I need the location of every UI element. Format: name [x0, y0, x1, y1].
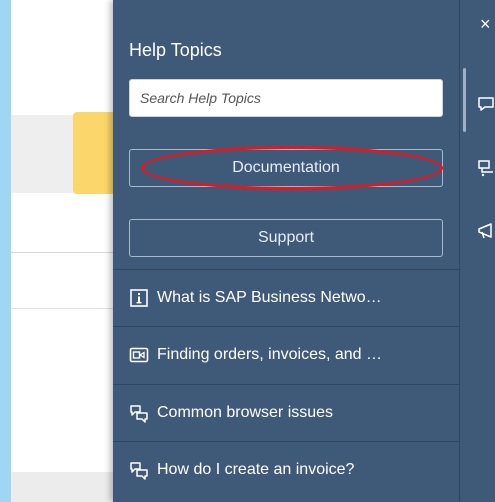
close-icon[interactable]: ×	[480, 14, 491, 35]
topic-item[interactable]: How do I create an invoice?	[113, 441, 459, 498]
chat-bubbles-icon	[129, 460, 149, 480]
background-footer	[11, 472, 121, 502]
divider	[11, 252, 121, 253]
support-button[interactable]: Support	[129, 219, 443, 257]
background-tile	[73, 112, 118, 194]
divider	[11, 308, 121, 309]
topic-item[interactable]: Common browser issues	[113, 384, 459, 441]
panel-title: Help Topics	[129, 40, 222, 60]
search-input[interactable]	[129, 79, 443, 117]
feedback-icon[interactable]	[476, 94, 495, 114]
info-icon	[129, 288, 149, 308]
topic-label: Finding orders, invoices, and …	[157, 346, 382, 363]
community-icon[interactable]	[476, 158, 495, 178]
topic-label: What is SAP Business Netwo…	[157, 289, 382, 306]
announcement-icon[interactable]	[476, 221, 495, 241]
right-rail: ×	[459, 0, 495, 502]
chat-bubbles-icon	[129, 403, 149, 423]
documentation-button[interactable]: Documentation	[129, 149, 443, 187]
scrollbar[interactable]	[463, 68, 466, 132]
topic-item[interactable]: What is SAP Business Netwo…	[113, 269, 459, 326]
topic-label: How do I create an invoice?	[157, 461, 355, 478]
help-panel: Help Topics Documentation Support What i…	[113, 0, 459, 502]
video-icon	[129, 345, 149, 365]
topic-item[interactable]: Finding orders, invoices, and …	[113, 326, 459, 383]
topic-label: Common browser issues	[157, 404, 334, 421]
